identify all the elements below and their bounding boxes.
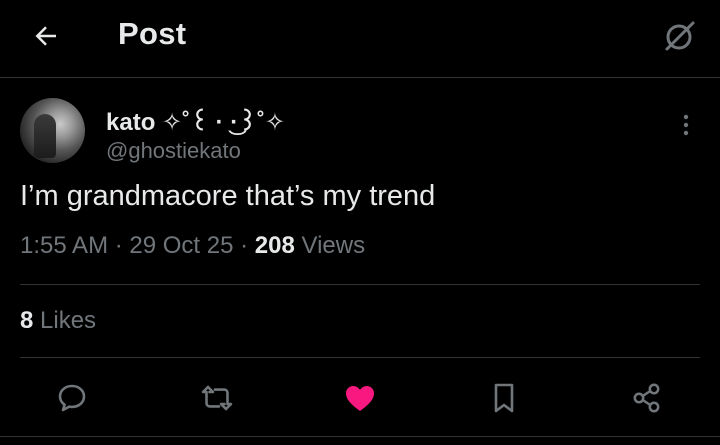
more-vertical-icon — [683, 114, 689, 136]
more-options-button[interactable] — [674, 108, 698, 142]
views-count: 208 — [254, 232, 295, 259]
likes-count: 8 — [20, 307, 34, 334]
divider — [20, 284, 700, 285]
author-display-name[interactable]: kato ✧˚꒰ · ͜·꒱˚✧ — [106, 104, 285, 137]
repost-arrows-icon — [201, 385, 233, 411]
grok-slash-circle-icon — [665, 21, 695, 51]
arrow-left-icon — [35, 26, 56, 46]
bottom-divider — [0, 436, 720, 437]
share-button[interactable] — [627, 378, 667, 418]
reply-button[interactable] — [52, 378, 92, 418]
back-button[interactable] — [28, 18, 64, 54]
bookmark-button[interactable] — [484, 378, 524, 418]
avatar-figure — [34, 114, 56, 158]
page-title: Post — [118, 16, 187, 51]
post-text: I’m grandmacore that’s my trend — [20, 180, 436, 212]
likes-label: Likes — [33, 307, 97, 334]
views-label: Views — [294, 232, 366, 259]
share-nodes-icon — [633, 383, 660, 413]
like-button[interactable] — [340, 378, 380, 418]
meta-separator: · — [108, 232, 130, 259]
post-time[interactable]: 1:55 AM — [20, 232, 108, 259]
avatar[interactable] — [20, 98, 85, 163]
post-meta: 1:55 AM · 29 Oct 25 · 208 Views — [20, 232, 365, 260]
top-bar: Post — [0, 0, 720, 78]
divider — [20, 357, 700, 358]
likes-link[interactable]: 8 Likes — [20, 307, 96, 335]
bookmark-icon — [494, 383, 514, 413]
meta-separator: · — [233, 232, 255, 259]
grok-button[interactable] — [660, 16, 700, 56]
author-handle[interactable]: @ghostiekato — [106, 138, 241, 164]
heart-icon — [346, 386, 374, 411]
post-date[interactable]: 29 Oct 25 — [129, 232, 233, 259]
repost-button[interactable] — [197, 378, 237, 418]
speech-bubble-icon — [58, 384, 86, 412]
